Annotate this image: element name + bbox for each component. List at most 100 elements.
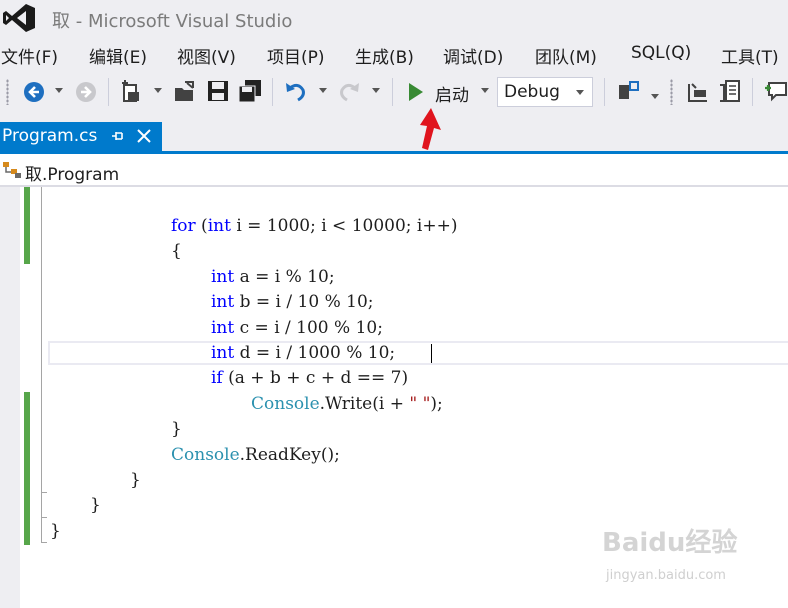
forward-icon[interactable] bbox=[75, 81, 97, 103]
code-token: b = i / 10 % 10; bbox=[234, 292, 374, 312]
type-token: Console bbox=[251, 394, 320, 414]
keyword-token: int bbox=[211, 292, 235, 312]
outline-guide bbox=[41, 187, 42, 543]
start-dropdown-icon[interactable] bbox=[481, 88, 489, 93]
back-dropdown-icon[interactable] bbox=[55, 88, 63, 93]
new-project-dropdown-icon[interactable] bbox=[154, 88, 162, 93]
code-line: } bbox=[130, 468, 141, 492]
menu-project[interactable]: 项目(P) bbox=[267, 43, 325, 68]
save-icon[interactable] bbox=[207, 80, 229, 102]
code-line: for (int i = 1000; i < 10000; i++) bbox=[171, 214, 457, 238]
code-token: ( bbox=[195, 216, 208, 236]
string-token: " " bbox=[409, 394, 431, 414]
code-line: } bbox=[90, 493, 101, 517]
code-line: } bbox=[171, 417, 182, 441]
code-token: (a + b + c + d == 7) bbox=[222, 368, 409, 388]
menu-debug[interactable]: 调试(D) bbox=[443, 43, 503, 68]
open-file-icon[interactable] bbox=[173, 80, 197, 104]
pin-icon[interactable] bbox=[111, 129, 125, 143]
undo-icon[interactable] bbox=[284, 80, 308, 102]
editor-gutter bbox=[0, 187, 20, 608]
class-icon bbox=[3, 162, 21, 178]
undo-dropdown-icon[interactable] bbox=[319, 88, 327, 93]
toolbar-separator bbox=[752, 78, 753, 106]
start-debug-icon[interactable] bbox=[407, 82, 425, 102]
keyword-token: int bbox=[211, 267, 235, 287]
code-token: } bbox=[50, 521, 61, 541]
code-line: int b = i / 10 % 10; bbox=[211, 290, 373, 314]
menu-sql[interactable]: SQL(Q) bbox=[631, 43, 691, 63]
start-button-label[interactable]: 启动 bbox=[435, 81, 469, 106]
keyword-token: if bbox=[211, 368, 223, 388]
code-line: Console.ReadKey(); bbox=[171, 443, 340, 467]
redo-icon[interactable] bbox=[337, 80, 361, 102]
watermark-brand: Baidu经验 bbox=[602, 528, 738, 558]
code-token: .Write(i + bbox=[319, 394, 410, 414]
keyword-token: for bbox=[171, 216, 196, 236]
menu-view[interactable]: 视图(V) bbox=[177, 43, 236, 68]
annotation-arrow-icon bbox=[420, 108, 441, 150]
step-icon[interactable] bbox=[686, 80, 710, 104]
toolbar-separator bbox=[272, 78, 273, 106]
code-line: int c = i / 100 % 10; bbox=[211, 316, 383, 340]
toolbar-grip[interactable] bbox=[670, 79, 673, 105]
code-token: c = i / 100 % 10; bbox=[234, 318, 383, 338]
save-all-icon[interactable] bbox=[238, 79, 262, 103]
change-marker bbox=[24, 187, 30, 264]
code-line: int a = i % 10; bbox=[211, 265, 335, 289]
watermark: Baidu经验 jingyan.baidu.com bbox=[602, 522, 752, 592]
new-project-icon[interactable] bbox=[120, 80, 142, 104]
current-line-highlight bbox=[48, 341, 788, 365]
window-title: 取 - Microsoft Visual Studio bbox=[52, 11, 293, 32]
code-line: if (a + b + c + d == 7) bbox=[211, 366, 408, 390]
comment-icon[interactable] bbox=[718, 79, 742, 105]
keyword-token: int bbox=[207, 216, 231, 236]
code-token: } bbox=[130, 470, 141, 490]
keyword-token: int bbox=[211, 318, 235, 338]
code-line: int d = i / 1000 % 10; bbox=[211, 341, 395, 365]
solution-configuration-select[interactable]: Debug bbox=[497, 77, 593, 107]
code-token: a = i % 10; bbox=[234, 267, 335, 287]
chevron-down-icon bbox=[576, 90, 584, 95]
configuration-value: Debug bbox=[504, 82, 560, 102]
visual-studio-logo-icon bbox=[3, 4, 35, 32]
text-caret bbox=[431, 344, 432, 363]
find-icon[interactable] bbox=[617, 79, 643, 103]
close-icon[interactable] bbox=[135, 127, 153, 145]
outline-tick bbox=[41, 492, 47, 493]
menu-bar: 文件(F) 编辑(E) 视图(V) 项目(P) 生成(B) 调试(D) 团队(M… bbox=[0, 38, 788, 70]
code-token: } bbox=[171, 419, 182, 439]
menu-file[interactable]: 文件(F) bbox=[1, 43, 58, 68]
add-comment-icon[interactable] bbox=[763, 80, 788, 102]
code-token: i = 1000; i < 10000; i++) bbox=[230, 216, 458, 236]
document-tab-strip: Program.cs bbox=[0, 114, 788, 152]
toolbar-grip[interactable] bbox=[6, 79, 9, 105]
code-token: } bbox=[90, 495, 101, 515]
navigation-bar[interactable]: 取.Program bbox=[0, 154, 788, 187]
back-icon[interactable] bbox=[23, 81, 45, 103]
code-line: { bbox=[171, 239, 182, 263]
tab-program-cs[interactable]: Program.cs bbox=[0, 122, 162, 152]
keyword-token: int bbox=[211, 343, 235, 363]
outline-tick bbox=[41, 542, 47, 543]
code-token: { bbox=[171, 241, 182, 261]
standard-toolbar: 启动 Debug bbox=[0, 70, 788, 114]
menu-build[interactable]: 生成(B) bbox=[355, 43, 414, 68]
find-dropdown-icon[interactable] bbox=[651, 94, 659, 99]
toolbar-separator bbox=[108, 78, 109, 106]
code-token: .ReadKey(); bbox=[239, 445, 340, 465]
tab-label: Program.cs bbox=[2, 126, 98, 146]
menu-tools[interactable]: 工具(T) bbox=[721, 43, 779, 68]
watermark-url: jingyan.baidu.com bbox=[606, 568, 726, 583]
title-bar: 取 - Microsoft Visual Studio bbox=[0, 0, 788, 38]
redo-dropdown-icon bbox=[372, 88, 380, 93]
type-token: Console bbox=[171, 445, 240, 465]
toolbar-separator bbox=[604, 78, 605, 106]
code-token: d = i / 1000 % 10; bbox=[234, 343, 396, 363]
menu-team[interactable]: 团队(M) bbox=[535, 43, 597, 68]
outline-tick bbox=[41, 517, 47, 518]
menu-edit[interactable]: 编辑(E) bbox=[89, 43, 147, 68]
code-line: Console.Write(i + " "); bbox=[251, 392, 443, 416]
code-line: } bbox=[50, 519, 61, 543]
change-marker bbox=[24, 392, 30, 545]
